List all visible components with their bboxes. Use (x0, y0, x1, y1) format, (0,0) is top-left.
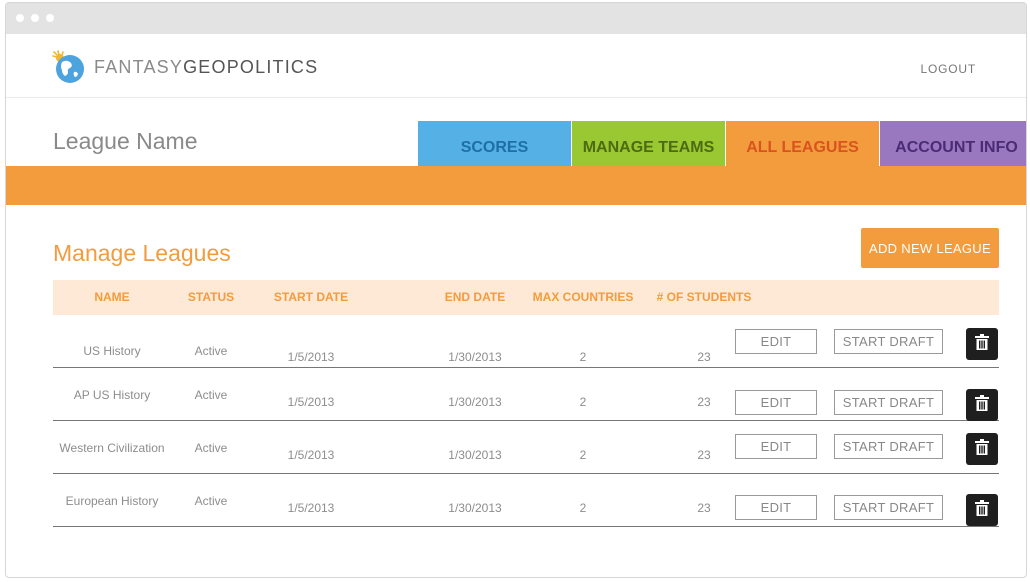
league-end-date-cell: 1/30/2013 (448, 501, 502, 515)
league-start-date-cell: 1/5/2013 (287, 448, 335, 462)
league-end-date-cell: 1/30/2013 (448, 395, 502, 409)
league-name-cell: US History (83, 344, 141, 358)
table-row: Western Civilization Active 1/5/2013 1/30/2… (53, 421, 999, 474)
browser-window: FANTASYGEOPOLITICS LOGOUT League Name SC… (5, 2, 1027, 578)
edit-button[interactable]: EDIT (735, 495, 817, 520)
table-row: US History Active 1/5/2013 1/30/2013 2 23 EDIT… (53, 315, 999, 368)
league-status-cell: Active (194, 441, 228, 455)
window-dot-icon (31, 14, 39, 22)
page-title: League Name (53, 128, 198, 154)
delete-trash-button[interactable] (966, 433, 998, 465)
column-header-start-date[interactable]: START DATE (251, 280, 371, 315)
column-header-status[interactable]: STATUS (171, 280, 251, 315)
table-row: European History Active 1/5/2013 1/30/2013 2… (53, 474, 999, 527)
edit-button[interactable]: EDIT (735, 390, 817, 415)
globe-icon (52, 50, 86, 84)
league-max-countries-cell: 2 (579, 448, 587, 462)
start-draft-button[interactable]: START DRAFT (834, 434, 943, 459)
edit-button[interactable]: EDIT (735, 434, 817, 459)
table-header: NAME STATUS START DATE END DATE MAX COUN… (53, 280, 999, 315)
section-title: Manage Leagues (53, 240, 231, 266)
add-new-league-button[interactable]: ADD NEW LEAGUE (861, 228, 999, 268)
tab-all-leagues[interactable]: ALL LEAGUES (726, 121, 879, 168)
tab-manage-teams[interactable]: MANAGE TEAMS (572, 121, 725, 168)
column-header-max-countries[interactable]: MAX COUNTRIES (527, 280, 639, 315)
tab-scores[interactable]: SCORES (418, 121, 571, 168)
league-status-cell: Active (194, 388, 228, 402)
league-name-cell: AP US History (73, 388, 151, 402)
column-header-name[interactable]: NAME (53, 280, 171, 315)
trash-icon (975, 394, 989, 416)
trash-icon (975, 333, 989, 355)
league-max-countries-cell: 2 (579, 395, 587, 409)
window-dot-icon (46, 14, 54, 22)
brand-name: FANTASYGEOPOLITICS (94, 57, 318, 78)
delete-trash-button[interactable] (966, 389, 998, 421)
tab-account-info[interactable]: ACCOUNT INFO (880, 121, 1026, 168)
main-tabs: SCORES MANAGE TEAMS ALL LEAGUES ACCOUNT … (418, 121, 1026, 168)
column-header-students[interactable]: # OF STUDENTS (649, 280, 759, 315)
delete-trash-button[interactable] (966, 328, 998, 360)
brand-part-geopolitics: GEOPOLITICS (183, 56, 319, 77)
league-start-date-cell: 1/5/2013 (287, 395, 335, 409)
league-max-countries-cell: 2 (579, 501, 587, 515)
table-row: AP US History Active 1/5/2013 1/30/2013 2 23 E… (53, 368, 999, 421)
column-header-end-date[interactable]: END DATE (415, 280, 535, 315)
league-status-cell: Active (194, 494, 228, 508)
league-name-cell: Western Civilization (59, 441, 165, 455)
window-titlebar (6, 3, 1026, 34)
tab-underline-band (6, 166, 1026, 205)
league-start-date-cell: 1/5/2013 (287, 501, 335, 515)
delete-trash-button[interactable] (966, 494, 998, 526)
window-dot-icon (16, 14, 24, 22)
site-header: FANTASYGEOPOLITICS LOGOUT (6, 34, 1026, 98)
logo[interactable]: FANTASYGEOPOLITICS (52, 50, 318, 84)
trash-icon (975, 499, 989, 521)
league-status-cell: Active (194, 344, 228, 358)
league-max-countries-cell: 2 (579, 350, 587, 364)
start-draft-button[interactable]: START DRAFT (834, 495, 943, 520)
league-end-date-cell: 1/30/2013 (448, 350, 502, 364)
league-start-date-cell: 1/5/2013 (287, 350, 335, 364)
logout-link[interactable]: LOGOUT (921, 62, 976, 76)
brand-part-fantasy: FANTASY (94, 56, 184, 77)
start-draft-button[interactable]: START DRAFT (834, 329, 943, 354)
league-end-date-cell: 1/30/2013 (448, 448, 502, 462)
league-name-cell: European History (65, 494, 159, 508)
start-draft-button[interactable]: START DRAFT (834, 390, 943, 415)
trash-icon (975, 438, 989, 460)
edit-button[interactable]: EDIT (735, 329, 817, 354)
